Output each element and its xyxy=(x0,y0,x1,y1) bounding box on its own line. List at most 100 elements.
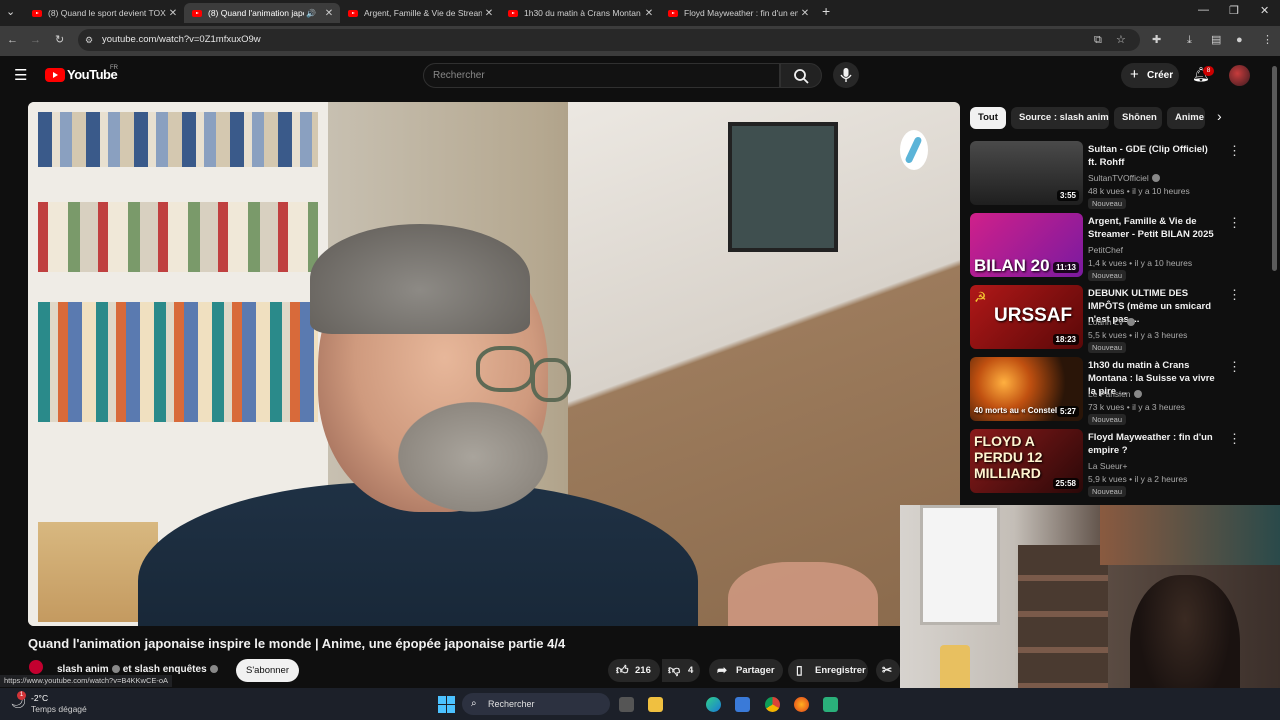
more-options-icon[interactable]: ⋮ xyxy=(1228,215,1241,231)
recommendation-item[interactable]: 40 morts au « Constel 5:27 1h30 du matin… xyxy=(970,357,1270,425)
recommendation-channel[interactable]: La Sueur+ xyxy=(1088,461,1127,471)
recommendation-item[interactable]: FLOYD A PERDU 12 MILLIARD 25:58 Floyd Ma… xyxy=(970,429,1270,497)
collab-channel-text[interactable]: et slash enquêtes xyxy=(123,664,207,675)
recommendation-item[interactable]: 3:55 Sultan - GDE (Clip Officiel) ft. Ro… xyxy=(970,141,1270,209)
tab-title: (8) Quand l'animation japo xyxy=(208,8,304,18)
thumbnail[interactable]: URSSAF ☭ 18:23 xyxy=(970,285,1083,349)
chip-anime[interactable]: Anime xyxy=(1167,107,1205,129)
recommendation-title[interactable]: Sultan - GDE (Clip Officiel) ft. Rohff xyxy=(1088,143,1218,169)
search-button[interactable] xyxy=(780,63,822,88)
thumbs-down-icon: 👎︎ xyxy=(668,663,681,677)
url-text[interactable]: youtube.com/watch?v=0Z1mfxuxO9w xyxy=(102,34,261,45)
recommendation-title[interactable]: Argent, Famille & Vie de Streamer - Peti… xyxy=(1088,215,1218,241)
dislike-button[interactable]: 👎︎ 4 xyxy=(662,659,700,682)
site-info-icon[interactable]: ⚙ xyxy=(85,34,93,46)
video-player[interactable] xyxy=(28,102,960,626)
scrollbar-thumb[interactable] xyxy=(1272,66,1277,271)
edge-icon[interactable] xyxy=(706,697,721,712)
extensions-icon[interactable]: ✚ xyxy=(1152,34,1161,46)
recommendation-item[interactable]: BILAN 20 11:13 Argent, Famille & Vie de … xyxy=(970,213,1270,281)
profile-icon[interactable]: ● xyxy=(1236,34,1243,46)
chip-shonen[interactable]: Shōnen xyxy=(1114,107,1162,129)
status-link-preview: https://www.youtube.com/watch?v=B4KKwCE-… xyxy=(0,675,173,687)
weather-alert-badge: 1 xyxy=(17,691,26,700)
channel-text[interactable]: Le Parisien xyxy=(1088,389,1131,399)
create-button[interactable]: + Créer xyxy=(1121,63,1179,88)
store-icon[interactable] xyxy=(735,697,750,712)
close-tab-icon[interactable]: ✕ xyxy=(798,8,812,19)
channel-avatar[interactable] xyxy=(27,658,45,676)
close-tab-icon[interactable]: ✕ xyxy=(166,8,180,19)
bookmark-star-icon[interactable]: ☆ xyxy=(1116,34,1126,46)
search-input[interactable]: Rechercher xyxy=(423,63,780,88)
thumbnail[interactable]: 40 morts au « Constel 5:27 xyxy=(970,357,1083,421)
recommendation-title[interactable]: Floyd Mayweather : fin d'un empire ? xyxy=(1088,431,1218,457)
more-options-icon[interactable]: ⋮ xyxy=(1228,359,1241,375)
taskbar-search[interactable]: ⌕ Rechercher xyxy=(462,693,610,715)
thumbnail[interactable]: 3:55 xyxy=(970,141,1083,205)
close-tab-icon[interactable]: ✕ xyxy=(322,8,336,19)
chip-all[interactable]: Tout xyxy=(970,107,1006,129)
create-label: Créer xyxy=(1147,70,1174,81)
youtube-favicon-icon xyxy=(668,9,678,17)
file-explorer-icon[interactable] xyxy=(648,697,663,712)
reload-icon[interactable]: ↻ xyxy=(55,34,64,46)
browser-tab-2[interactable]: (8) Quand l'animation japo 🔊 ✕ xyxy=(184,3,340,23)
save-button[interactable]: ▯ Enregistrer xyxy=(788,659,868,682)
windows-start-icon[interactable] xyxy=(438,696,455,713)
close-tab-icon[interactable]: ✕ xyxy=(482,8,496,19)
weather-temperature[interactable]: -2°C xyxy=(31,693,48,703)
app-icon[interactable] xyxy=(823,697,838,712)
new-tab-icon[interactable]: + xyxy=(822,3,830,19)
recommendation-channel[interactable]: SultanTVOfficiel xyxy=(1088,173,1163,183)
tab-search-icon[interactable]: ▤ xyxy=(1211,34,1221,46)
recommendation-item[interactable]: URSSAF ☭ 18:23 DEBUNK ULTIME DES IMPÔTS … xyxy=(970,285,1270,353)
channel-name[interactable]: slash anim et slash enquêtes xyxy=(57,664,221,675)
address-bar[interactable]: ⚙ youtube.com/watch?v=0Z1mfxuxO9w ⧉ ☆ xyxy=(78,29,1140,51)
more-options-icon[interactable]: ⋮ xyxy=(1228,431,1241,447)
like-count: 216 xyxy=(635,665,651,676)
search-placeholder: Rechercher xyxy=(433,70,485,81)
minimize-icon[interactable]: — xyxy=(1198,4,1209,16)
task-view-icon[interactable] xyxy=(619,697,634,712)
maximize-icon[interactable]: ❐ xyxy=(1229,4,1239,17)
recommendation-channel[interactable]: PetitChef xyxy=(1088,245,1123,255)
clip-button[interactable]: ✂ xyxy=(876,659,900,682)
like-button[interactable]: 👍︎ 216 xyxy=(608,659,660,682)
weather-condition[interactable]: Temps dégagé xyxy=(31,704,87,714)
channel-text[interactable]: SultanTVOfficiel xyxy=(1088,173,1149,183)
tab-list-icon[interactable]: ⌄ xyxy=(6,5,15,18)
close-tab-icon[interactable]: ✕ xyxy=(642,8,656,19)
browser-tab-3[interactable]: Argent, Famille & Vie de Strean ✕ xyxy=(340,3,500,23)
browser-tab-4[interactable]: 1h30 du matin à Crans Montan ✕ xyxy=(500,3,660,23)
channel-text[interactable]: Loann LV xyxy=(1088,317,1124,327)
close-window-icon[interactable]: ✕ xyxy=(1260,4,1269,17)
more-options-icon[interactable]: ⋮ xyxy=(1228,287,1241,303)
chip-source[interactable]: Source : slash anim xyxy=(1011,107,1109,129)
thumbnail[interactable]: FLOYD A PERDU 12 MILLIARD 25:58 xyxy=(970,429,1083,493)
more-options-icon[interactable]: ⋮ xyxy=(1228,143,1241,159)
subscribe-button[interactable]: S'abonner xyxy=(236,659,299,682)
browser-tab-1[interactable]: (8) Quand le sport devient TOXI ✕ xyxy=(24,3,184,23)
youtube-favicon-icon xyxy=(348,9,358,17)
chrome-icon[interactable] xyxy=(765,697,780,712)
speaker-icon[interactable]: 🔊 xyxy=(304,9,318,18)
share-button[interactable]: ➦ Partager xyxy=(709,659,783,682)
recommendation-channel[interactable]: Le Parisien xyxy=(1088,389,1145,399)
voice-search-button[interactable] xyxy=(833,62,859,88)
install-icon[interactable]: ⧉ xyxy=(1094,34,1102,46)
recommendation-channel[interactable]: Loann LV xyxy=(1088,317,1138,327)
thumbnail[interactable]: BILAN 20 11:13 xyxy=(970,213,1083,277)
search-icon: ⌕ xyxy=(471,698,477,709)
channel-name-text[interactable]: slash anim xyxy=(57,664,109,675)
youtube-logo-icon[interactable] xyxy=(45,68,65,82)
chevron-right-icon[interactable]: › xyxy=(1217,108,1222,124)
forward-icon[interactable]: → xyxy=(30,34,41,46)
browser-tab-5[interactable]: Floyd Mayweather : fin d'un em ✕ xyxy=(660,3,816,23)
account-avatar[interactable] xyxy=(1229,65,1250,86)
firefox-icon[interactable] xyxy=(794,697,809,712)
download-icon[interactable]: ⤓ xyxy=(1187,34,1192,46)
hamburger-menu-icon[interactable]: ☰ xyxy=(14,66,27,84)
menu-dots-icon[interactable]: ⋮ xyxy=(1262,34,1273,46)
back-icon[interactable]: ← xyxy=(7,34,18,46)
